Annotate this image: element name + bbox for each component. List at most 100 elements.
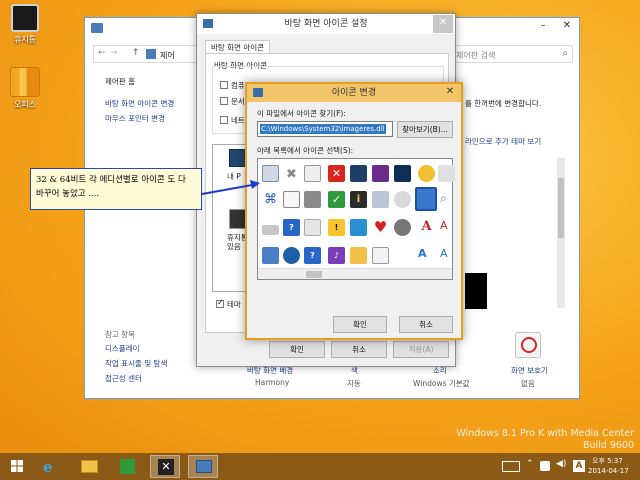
forward-arrow-icon[interactable]: → xyxy=(110,48,118,58)
screen-icon[interactable] xyxy=(394,165,411,182)
ime-icon[interactable]: A xyxy=(573,460,585,472)
clock-time[interactable]: 오후 5:37 xyxy=(592,456,623,466)
projector-icon[interactable] xyxy=(304,219,321,236)
callout-arrow-line xyxy=(201,183,259,195)
volume-icon[interactable]: ◀) xyxy=(556,459,566,469)
icon-list-label: 아래 목록에서 아이콘 선택(S): xyxy=(257,146,354,155)
folder-icon[interactable] xyxy=(350,247,367,264)
gear-icon[interactable] xyxy=(394,191,411,208)
documents-checkbox[interactable] xyxy=(220,97,228,105)
search-icon[interactable]: ⌕ xyxy=(562,48,568,59)
close-icon[interactable]: ✕ xyxy=(433,15,453,33)
network-icon[interactable] xyxy=(540,461,550,471)
cancel-button[interactable]: 취소 xyxy=(399,316,453,333)
text-small-icon[interactable]: A xyxy=(440,247,457,264)
up-arrow-icon[interactable]: ↑ xyxy=(132,48,140,58)
network-checkbox[interactable] xyxy=(220,116,228,124)
search-input[interactable]: 제어판 검색 xyxy=(456,50,495,61)
office-desktop-icon[interactable]: 오피스 xyxy=(5,67,45,110)
allow-themes-label: 테마 xyxy=(227,300,241,309)
document-stack-icon[interactable] xyxy=(304,165,321,182)
screensaver-value: 없음 xyxy=(521,379,535,388)
address-path: 제어 xyxy=(160,51,175,60)
close-icon[interactable]: ✕ xyxy=(555,18,579,36)
font-icon[interactable]: A xyxy=(418,219,435,236)
library-icon[interactable] xyxy=(262,247,279,264)
see-also-taskbar-link[interactable]: 작업 표시줄 및 탐색 xyxy=(105,358,167,369)
keyboard-icon[interactable] xyxy=(304,191,321,208)
back-arrow-icon[interactable]: ← xyxy=(98,48,106,58)
text-icon[interactable]: A xyxy=(418,247,435,264)
screensaver-icon[interactable] xyxy=(515,332,541,358)
ok-button[interactable]: 확인 xyxy=(269,341,325,358)
picture-icon[interactable] xyxy=(372,165,389,182)
desktop-icon-label: 휴지통 xyxy=(13,35,37,44)
taskbar-store[interactable] xyxy=(112,455,142,478)
search-box[interactable]: 제어판 검색 ⌕ xyxy=(449,45,573,63)
screensaver-label[interactable]: 화면 보호기 xyxy=(511,365,548,376)
keyboard-icon[interactable] xyxy=(502,461,520,472)
printer-icon[interactable] xyxy=(372,191,389,208)
flower-icon[interactable] xyxy=(418,165,435,182)
chevron-up-icon[interactable]: ⌃ xyxy=(526,459,534,469)
search-icon[interactable]: ⌕ xyxy=(440,191,457,208)
ok-button[interactable]: 확인 xyxy=(333,316,387,333)
info-icon[interactable]: i xyxy=(350,191,367,208)
window-icon[interactable] xyxy=(283,191,300,208)
file-path-input[interactable]: C:\Windows\System32\imageres.dll xyxy=(257,121,393,137)
help-blue-icon[interactable]: ? xyxy=(304,247,321,264)
callout-arrow xyxy=(201,180,260,195)
help-icon[interactable]: ? xyxy=(283,219,300,236)
tab-desktop-icons[interactable]: 바탕 화면 아이콘 xyxy=(205,40,271,54)
checkmark-icon[interactable]: ✓ xyxy=(328,191,345,208)
icon-grid[interactable]: ✖ ✕ ⌘ ✓ i ⌕ ? ! ♥ A A ? ♪ A A xyxy=(257,158,455,280)
horizontal-scrollbar[interactable] xyxy=(258,268,452,279)
horizontal-scrollbar-thumb[interactable] xyxy=(306,271,322,278)
watermark-build: Build 9600 xyxy=(582,440,634,451)
heart-icon[interactable]: ♥ xyxy=(372,219,389,236)
gray-x-icon[interactable]: ✖ xyxy=(283,167,300,184)
folder-icon xyxy=(81,460,98,473)
taskbar-internet-explorer[interactable]: e xyxy=(36,455,66,478)
globe-folder-icon[interactable] xyxy=(350,219,367,236)
sidebar-link-change-desktop-icons[interactable]: 바탕 화면 아이콘 변경 xyxy=(105,98,174,109)
apply-button[interactable]: 적용(A) xyxy=(393,341,449,358)
scrollbar-thumb[interactable] xyxy=(558,178,564,238)
list-icon[interactable] xyxy=(372,247,389,264)
see-also-ease-of-access-link[interactable]: 접근성 센터 xyxy=(105,373,142,384)
scrollbar[interactable] xyxy=(557,158,565,308)
minimize-icon[interactable]: – xyxy=(531,18,555,36)
red-x-icon[interactable]: ✕ xyxy=(328,165,345,182)
browse-button[interactable]: 찾아보기(B)... xyxy=(397,121,453,138)
music-icon[interactable]: ♪ xyxy=(328,247,345,264)
user-icon-selected[interactable] xyxy=(415,187,437,211)
theme-thumbnail[interactable] xyxy=(465,273,487,309)
cancel-button[interactable]: 취소 xyxy=(331,341,387,358)
color-value: 자동 xyxy=(347,379,361,388)
sidebar-link-change-mouse-pointers[interactable]: 마우스 포인터 변경 xyxy=(105,113,165,124)
see-also-display-link[interactable]: 디스플레이 xyxy=(105,343,140,354)
drive-icon[interactable] xyxy=(262,225,279,235)
monitor-icon[interactable] xyxy=(350,165,367,182)
online-themes-link[interactable]: 라인으로 추가 테마 보기 xyxy=(465,136,541,147)
font-small-icon[interactable]: A xyxy=(440,219,457,236)
warning-icon[interactable]: ! xyxy=(328,219,345,236)
taskbar-control-panel[interactable] xyxy=(188,455,218,478)
allow-themes-checkbox[interactable] xyxy=(216,298,224,308)
tools-icon[interactable] xyxy=(438,165,455,182)
location-icon xyxy=(146,49,156,59)
clock-date[interactable]: 2014-04-17 xyxy=(588,467,629,475)
start-button[interactable] xyxy=(4,455,30,478)
globe-icon[interactable] xyxy=(283,247,300,264)
taskbar-file-explorer[interactable] xyxy=(74,455,104,478)
system-tray: ⌃ ◀) A 오후 5:37 2014-04-17 xyxy=(480,453,640,480)
see-also-heading: 참고 항목 xyxy=(105,330,135,339)
recycle-bin-desktop-icon[interactable]: 휴지통 xyxy=(5,4,45,45)
taskbar-app[interactable]: ✕ xyxy=(150,455,180,478)
computer-checkbox[interactable] xyxy=(220,81,228,89)
app-icon: ✕ xyxy=(158,459,174,475)
close-icon[interactable]: ✕ xyxy=(441,84,459,102)
control-panel-home-link[interactable]: 제어판 홈 xyxy=(105,76,135,87)
change-icon-dialog: 아이콘 변경 ✕ 이 파일에서 아이콘 찾기(F): C:\Windows\Sy… xyxy=(245,82,463,340)
camera-icon[interactable] xyxy=(394,219,411,236)
